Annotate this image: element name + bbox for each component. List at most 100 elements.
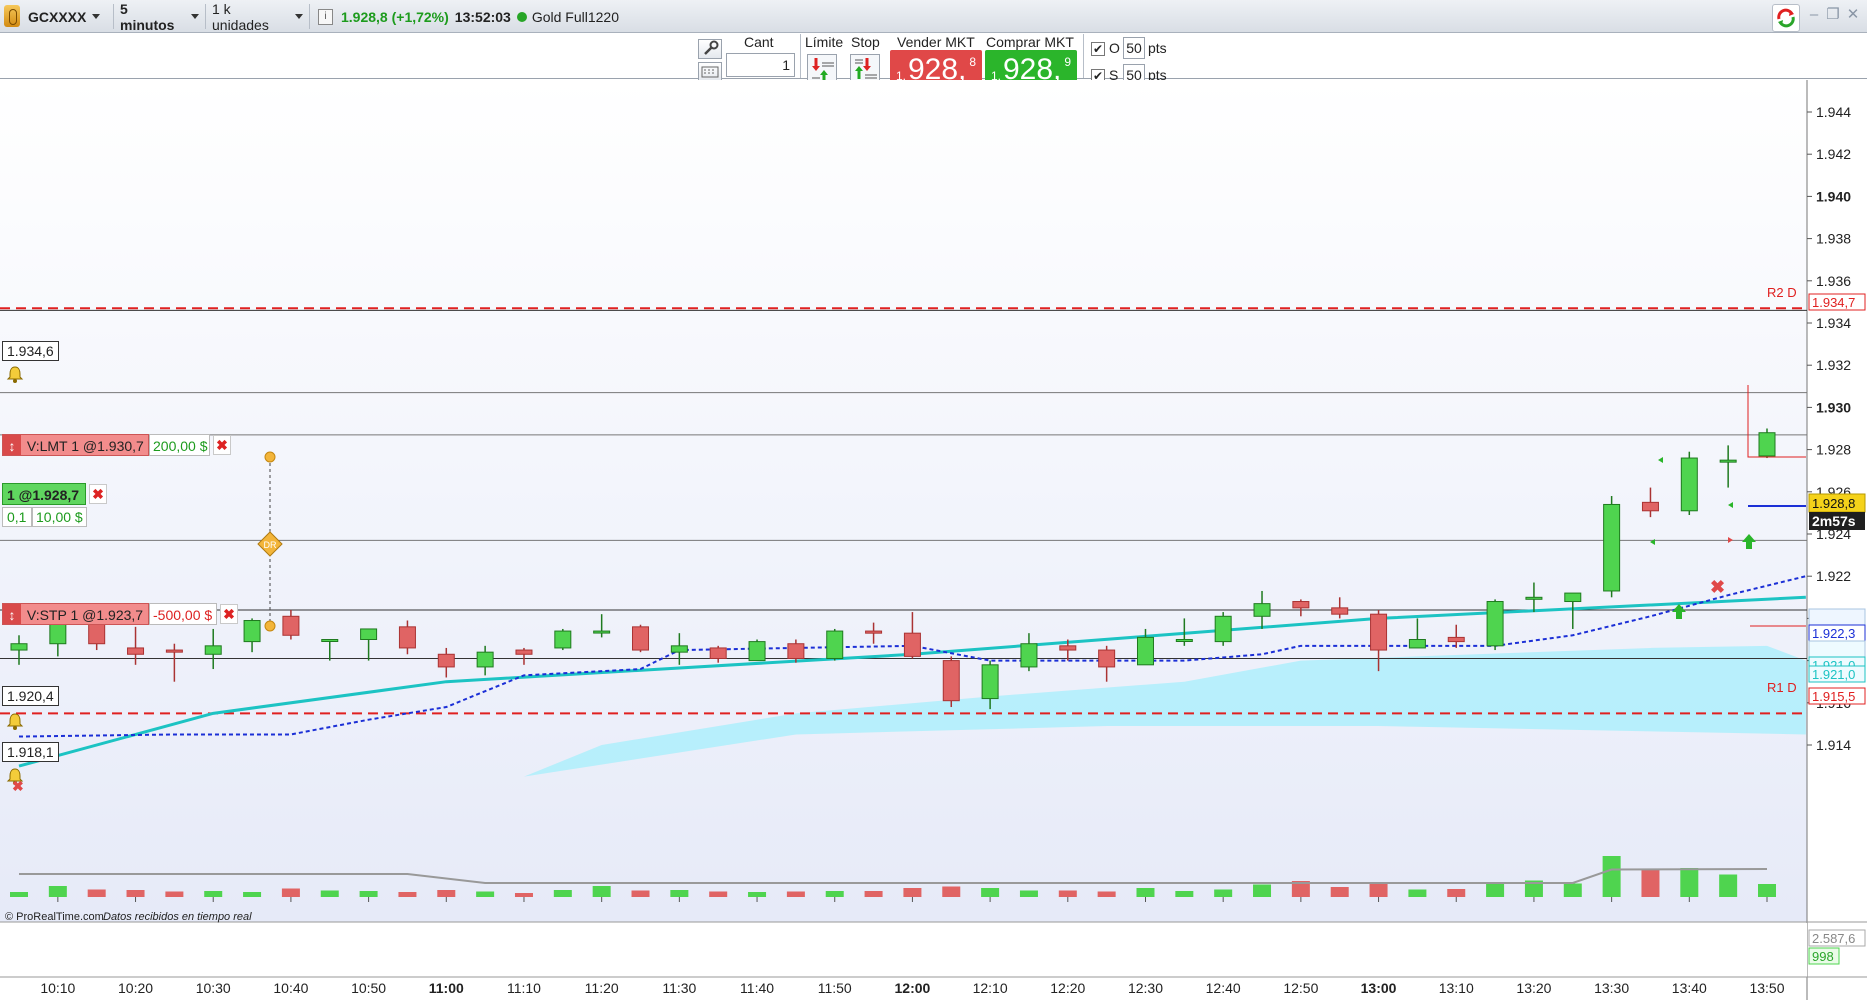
interval-selector[interactable]: 5 minutos	[114, 1, 206, 33]
level-box-1918[interactable]: 1.918,1	[2, 742, 59, 762]
x-tick-label: 12:00	[895, 980, 931, 996]
keypad-button[interactable]	[698, 62, 722, 82]
x-tick-label: 10:20	[118, 980, 153, 996]
title-bar: GCXXXX 5 minutos 1 k unidades i 1.928,8 …	[0, 0, 1867, 33]
y-tick-label: 1.930	[1816, 399, 1851, 415]
alert-bell-icon[interactable]	[6, 712, 24, 730]
volume-bar	[1447, 889, 1466, 897]
qty-input[interactable]: 1	[726, 53, 795, 77]
x-tick-label: 13:30	[1594, 980, 1629, 996]
exit-x-icon: ✖	[1710, 577, 1725, 597]
limit-order-tag[interactable]: ↕ V:LMT 1 @1.930,7	[2, 434, 149, 456]
x-tick-label: 10:10	[40, 980, 75, 996]
candle-body	[1525, 596, 1543, 600]
candle-body	[1020, 643, 1038, 668]
candle-body	[515, 649, 533, 655]
brand-text: © ProRealTime.com	[5, 911, 104, 923]
divider	[800, 34, 801, 78]
volume-bar	[1253, 884, 1272, 897]
settings-button[interactable]	[698, 39, 722, 59]
level-box-1920[interactable]: 1.920,4	[2, 686, 59, 706]
restore-icon[interactable]: ❐	[1826, 7, 1840, 22]
buy-label: Comprar MKT	[986, 34, 1074, 50]
delete-alert-icon[interactable]: ✖	[12, 778, 24, 795]
candle-body	[127, 647, 145, 655]
x-tick-label: 12:10	[973, 980, 1008, 996]
r1-label: R1 D	[1767, 680, 1797, 695]
candle-body	[360, 628, 378, 641]
x-tick-label: 10:50	[351, 980, 386, 996]
y-tick-label: 1.922	[1816, 568, 1851, 584]
stop-order-tag[interactable]: ↕ V:STP 1 @1.923,7	[2, 603, 149, 625]
current-price-value: 1.928,8	[1812, 496, 1855, 511]
cancel-limit-button[interactable]: ✖	[213, 435, 231, 455]
interval-label: 5 minutos	[120, 0, 175, 33]
info-icon[interactable]: i	[318, 8, 333, 25]
volume-bar	[1408, 889, 1427, 897]
volume-bar	[903, 888, 922, 897]
volume-bar	[243, 892, 262, 897]
volume-bar	[126, 890, 145, 897]
volume-bar	[981, 888, 1000, 897]
volume-bar	[670, 890, 689, 897]
volume-bar	[748, 892, 767, 897]
y-tick-label: 1.934	[1816, 315, 1851, 331]
candle-body	[204, 645, 222, 655]
price-chart[interactable]: 1.944 1.942 1.940 1.938 1.936 1.934 1.932 1.930…	[0, 80, 1867, 1000]
volume-bar	[825, 891, 844, 897]
limit-label: Límite	[805, 34, 844, 50]
limit-handle[interactable]	[264, 451, 276, 463]
x-tick-label: 10:30	[196, 980, 231, 996]
volume-bar	[476, 891, 495, 897]
minimize-icon[interactable]: –	[1807, 7, 1821, 22]
candle-body	[10, 643, 28, 651]
units-label: 1 k unidades	[212, 0, 269, 33]
x-tick-label: 11:30	[662, 980, 696, 996]
close-icon[interactable]: ✕	[1846, 7, 1860, 22]
volume-bar	[631, 890, 650, 897]
limit-order-profit: 200,00 $	[149, 434, 210, 456]
candle-body	[1059, 645, 1077, 651]
r2-value: 1.934,7	[1812, 295, 1855, 310]
candle-body	[1136, 636, 1154, 666]
volume-bar	[1486, 884, 1505, 897]
candle-body	[1486, 601, 1504, 647]
realtime-status: Datos recibidos en tiempo real	[103, 911, 252, 923]
alert-bell-icon[interactable]	[6, 365, 24, 383]
position-tag[interactable]: 1 @1.928,7	[2, 483, 86, 505]
candle-body	[165, 649, 183, 653]
ma-tag-placeholder	[1808, 608, 1866, 626]
close-position-button[interactable]: ✖	[89, 484, 107, 504]
symbol-selector[interactable]: GCXXXX	[22, 4, 114, 29]
cancel-stop-button[interactable]: ✖	[220, 604, 238, 624]
drag-handle-icon[interactable]: ↕	[3, 604, 21, 624]
position-qty: 0,1	[2, 507, 32, 527]
units-selector[interactable]: 1 k unidades	[206, 1, 310, 33]
position-profit: 10,00 $	[32, 507, 87, 527]
candle-body	[1331, 607, 1349, 615]
volume-bar	[1330, 887, 1349, 897]
ma-tag-placeholder	[1808, 640, 1866, 658]
stop-handle[interactable]	[264, 620, 276, 632]
objective-points-input[interactable]: 50	[1123, 37, 1145, 59]
level-box-1934[interactable]: 1.934,6	[2, 341, 59, 361]
refresh-button[interactable]	[1772, 4, 1800, 32]
y-tick-label: 1.940	[1816, 188, 1851, 204]
candle-body	[787, 643, 805, 659]
objective-label: O	[1109, 40, 1120, 56]
chevron-down-icon	[191, 14, 199, 19]
ma-blue-value: 1.922,3	[1812, 626, 1855, 641]
volume-bar	[10, 892, 28, 897]
volume-bar	[942, 886, 961, 897]
volume-bar	[398, 892, 417, 897]
objective-checkbox[interactable]: ✔	[1091, 42, 1105, 56]
y-tick-label: 1.938	[1816, 231, 1851, 247]
candle-body	[865, 630, 883, 634]
candle-body	[1292, 601, 1310, 609]
drag-handle-icon[interactable]: ↕	[3, 435, 21, 455]
candle-body	[709, 647, 727, 659]
x-tick-label: 11:10	[507, 980, 541, 996]
candle-body	[1253, 603, 1271, 617]
volume-bar	[864, 891, 883, 897]
candle-body	[593, 630, 611, 634]
